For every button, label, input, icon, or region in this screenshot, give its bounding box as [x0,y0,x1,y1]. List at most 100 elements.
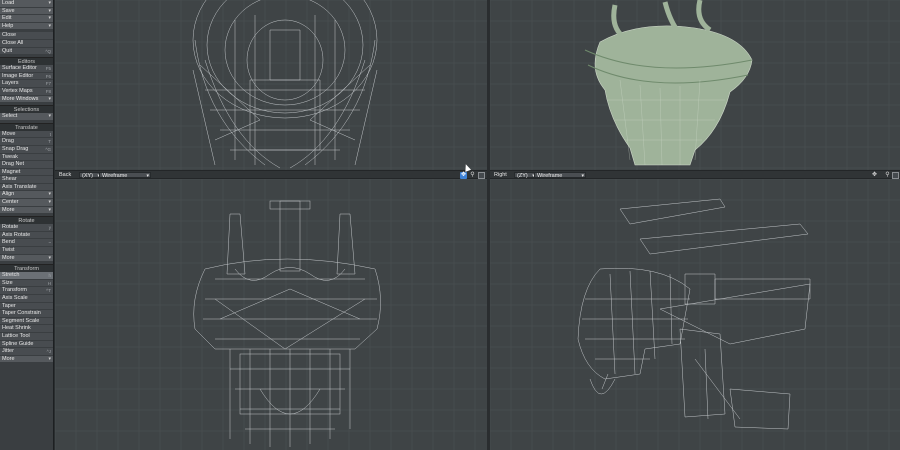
button-label: Load [2,0,15,6]
toolbar-button-rotate-more[interactable]: More [0,254,53,263]
toolbar-button-taper-constrain[interactable]: Taper Constrain [0,310,53,318]
toolbar-button-bend[interactable]: Bend ~ [0,239,53,248]
toolbar-button-lattice-tool[interactable]: Lattice Tool [0,332,53,341]
toolbar-button-center[interactable]: Center [0,199,53,207]
shortcut-label: ^J [46,349,51,355]
toolbar-button-axis-rotate[interactable]: Axis Rotate [0,231,53,240]
viewport-bottom-left-back[interactable] [55,179,487,450]
toolbar-button-stretch[interactable]: Stretch h [0,272,53,280]
button-label: Vertex Maps [2,87,33,94]
toolbar-button-snap-drag[interactable]: Snap Drag ^G [0,145,53,154]
shortcut-label: ^Q [45,48,51,54]
shortcut-label: T [48,139,51,145]
button-label: Magnet [2,168,21,175]
toolbar-button-translate-more[interactable]: More [0,206,53,215]
toolbar-button-drag-net[interactable]: Drag Net [0,161,53,169]
shortcut-label: H [47,280,51,286]
toolbar-button-magnet[interactable]: Magnet [0,168,53,177]
button-label: Transform [2,287,27,294]
toolbar-button-transform[interactable]: Transform ^T [0,287,53,295]
toolbar-button-shear[interactable]: Shear [0,176,53,184]
button-label: Image Editor [2,72,34,79]
move-view-icon[interactable]: ✥ [871,172,878,179]
toolbar-button-drag[interactable]: Drag T [0,138,53,146]
section-header-translate: Translate [0,122,53,131]
viewport-bottom-right-side[interactable] [490,179,900,450]
button-label: Edit [2,15,12,22]
button-label: Jitter [2,348,14,355]
toolbar-button-segment-scale[interactable]: Segment Scale [0,317,53,326]
toolbar-button-axis-scale[interactable]: Axis Scale [0,295,53,303]
view-name-label: Right [494,172,507,178]
toolbar-button-jitter[interactable]: Jitter ^J [0,348,53,356]
toolbar-button-taper[interactable]: Taper [0,302,53,311]
button-label: Select [2,113,18,120]
button-label: Axis Rotate [2,231,31,238]
move-view-icon[interactable]: ✥ [460,172,467,179]
render-mode-dropdown[interactable]: Wireframe [534,172,586,179]
shortcut-label: F5 [45,66,51,72]
toolbar-button-size[interactable]: Size H [0,279,53,288]
toolbar-button-move[interactable]: Move t [0,130,53,139]
button-label: More [2,355,15,362]
viewport-top-right-perspective[interactable] [490,0,900,170]
button-label: Lattice Tool [2,332,30,339]
maximize-view-icon[interactable] [892,172,899,179]
button-label: Bend [2,239,15,246]
toolbar-button-axis-translate[interactable]: Axis Translate [0,183,53,192]
button-label: Shear [2,176,17,183]
viewport-header-right: Right (ZY) Wireframe ✥ ⚲ [490,170,900,179]
shortcut-label: F7 [45,81,51,87]
toolbar-button-align[interactable]: Align [0,191,53,200]
button-label: Close [2,32,17,39]
section-header-rotate: Rotate [0,216,53,225]
wireframe-right-view [490,179,900,450]
toolbar-button-save[interactable]: Save [0,7,53,16]
toolbar-button-edit[interactable]: Edit [0,15,53,23]
file-group: Load Save Edit Help Close Close All Quit… [0,0,53,56]
toolbar-button-image-editor[interactable]: Image Editor F6 [0,72,53,81]
button-label: Surface Editor [2,65,37,72]
zoom-view-icon[interactable]: ⚲ [884,172,891,179]
toolbar-button-spline-guide[interactable]: Spline Guide [0,340,53,349]
button-label: Move [2,130,16,137]
button-label: Center [2,199,19,206]
toolbar-button-more-windows[interactable]: More Windows [0,95,53,104]
button-label: More [2,254,15,261]
toolbar-button-quit[interactable]: Quit ^Q [0,47,53,56]
section-header-editors: Editors [0,57,53,66]
toolbar-button-heat-shrink[interactable]: Heat Shrink [0,325,53,333]
button-label: Drag [2,138,14,145]
toolbar-button-surface-editor[interactable]: Surface Editor F5 [0,65,53,73]
toolbar-button-vertex-maps[interactable]: Vertex Maps F8 [0,87,53,96]
toolbar-button-layers[interactable]: Layers F7 [0,80,53,88]
toolbar-button-close[interactable]: Close [0,32,53,40]
button-label: Segment Scale [2,317,40,324]
button-label: Spline Guide [2,340,34,347]
toolbar-button-close-all[interactable]: Close All [0,39,53,48]
view-name-label: Back [59,172,72,178]
button-label: Layers [2,80,19,87]
button-label: More [2,206,15,213]
wireframe-back-view [55,179,487,450]
toolbar-button-transform-more[interactable]: More [0,355,53,364]
shortcut-label: F6 [45,73,51,79]
toolbar-button-select[interactable]: Select [0,113,53,121]
toolbar-button-tweak[interactable]: Tweak [0,153,53,162]
maximize-view-icon[interactable] [478,172,485,179]
toolbar-button-twist[interactable]: Twist [0,247,53,255]
toolbar-button-help[interactable]: Help [0,22,53,31]
toolbar-button-load[interactable]: Load [0,0,53,8]
button-label: Save [2,7,15,14]
button-label: Close All [2,39,24,46]
section-header-transform: Transform [0,264,53,273]
toolbar-button-rotate[interactable]: Rotate y [0,224,53,232]
button-label: Size [2,279,13,286]
button-label: Quit [2,47,13,54]
button-label: Drag Net [2,161,25,168]
viewport-top-left[interactable] [55,0,487,170]
render-mode-dropdown[interactable]: Wireframe [99,172,151,179]
zoom-view-icon[interactable]: ⚲ [469,172,476,179]
button-label: Twist [2,247,15,254]
modeler-toolbar: Load Save Edit Help Close Close All Quit… [0,0,54,450]
